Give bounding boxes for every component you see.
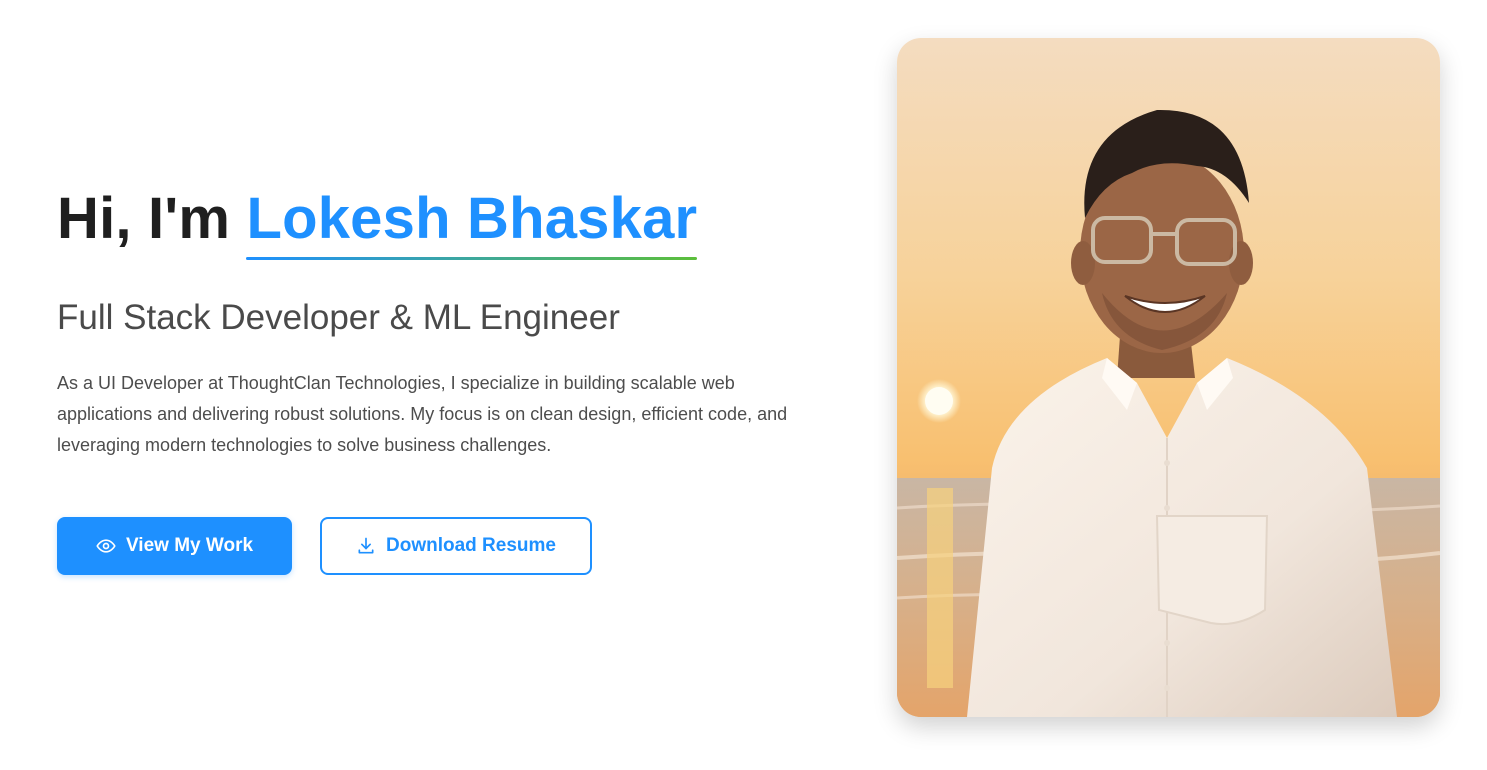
download-icon [356, 536, 376, 556]
name-text: Lokesh Bhaskar [246, 186, 698, 251]
eye-icon [96, 536, 116, 556]
view-my-work-button[interactable]: View My Work [57, 517, 292, 575]
hero-bio: As a UI Developer at ThoughtClan Technol… [57, 373, 788, 455]
download-resume-button[interactable]: Download Resume [320, 517, 592, 575]
download-resume-label: Download Resume [386, 535, 556, 556]
hero-subtitle: Full Stack Developer & ML Engineer [57, 298, 620, 337]
hero-actions: View My Work Download Resume [57, 517, 592, 575]
profile-photo [897, 38, 1440, 717]
greeting-text: Hi, I'm [57, 186, 231, 251]
hero-headline: Hi, I'm Lokesh Bhaskar [57, 184, 698, 260]
name-highlight: Lokesh Bhaskar [246, 184, 698, 260]
name-underline [246, 257, 698, 260]
hero-section: Hi, I'm Lokesh Bhaskar Full Stack Develo… [0, 0, 1487, 770]
view-my-work-label: View My Work [125, 535, 254, 556]
